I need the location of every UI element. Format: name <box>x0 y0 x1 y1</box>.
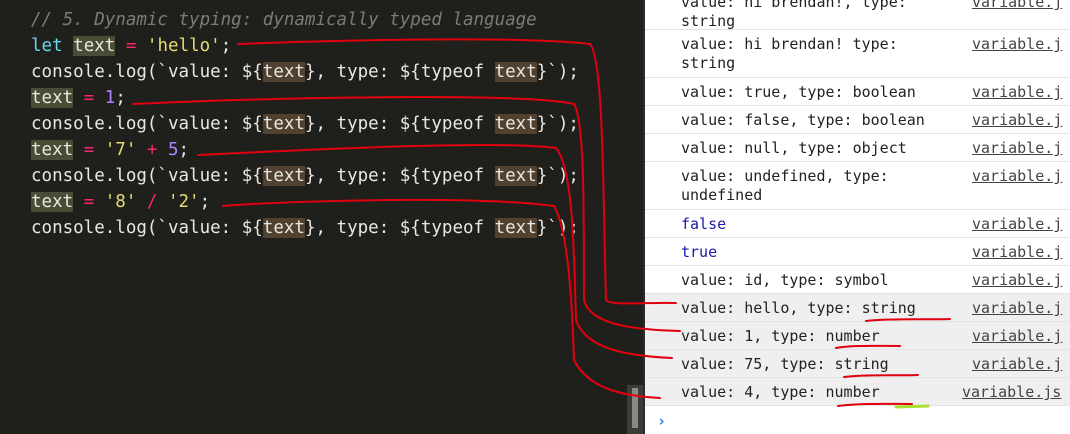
console-source-link[interactable]: variable.j <box>972 35 1062 54</box>
console-row: value: hi brendan!, type: string variable… <box>645 0 1070 30</box>
console-row: value: undefined, type: undefined variabl… <box>645 162 1070 210</box>
operator: = <box>73 192 105 212</box>
semicolon: ; <box>199 192 211 212</box>
log-mid: }, type: ${typeof <box>304 62 495 82</box>
console-message: value: 75, type: string <box>681 355 889 373</box>
console-message: value: null, type: object <box>681 139 907 157</box>
log-prefix: console.log(`value: ${ <box>31 62 263 82</box>
code-line-2: console.log(`value: ${text}, type: ${typ… <box>31 60 579 84</box>
code-editor[interactable]: // 5. Dynamic typing: dynamically typed … <box>0 0 643 434</box>
semicolon: ; <box>178 140 190 160</box>
log-prefix: console.log(`value: ${ <box>31 114 263 134</box>
console-source-link[interactable]: variable.j <box>972 327 1062 346</box>
console-message: value: undefined, type: undefined <box>681 167 889 204</box>
variable-text: text <box>262 218 305 238</box>
variable-text: text <box>31 140 74 160</box>
operator: = <box>115 36 147 56</box>
variable-text: text <box>31 192 74 212</box>
console-message: value: id, type: symbol <box>681 271 889 289</box>
log-mid: }, type: ${typeof <box>304 218 495 238</box>
devtools-console[interactable]: value: hi brendan!, type: string variable… <box>643 0 1070 434</box>
editor-scrollbar-thumb[interactable] <box>632 388 638 428</box>
console-message: value: true, type: boolean <box>681 83 916 101</box>
string-literal: '7' <box>104 140 137 160</box>
string-literal: 'hello' <box>146 36 221 56</box>
console-row: value: null, type: object variable.j <box>645 134 1070 162</box>
console-row: value: true, type: boolean variable.j <box>645 78 1070 106</box>
keyword-let: let <box>31 36 63 56</box>
console-source-link[interactable]: variable.j <box>972 355 1062 374</box>
console-source-link[interactable]: variable.j <box>972 83 1062 102</box>
code-comment: // 5. Dynamic typing: dynamically typed … <box>31 10 537 30</box>
log-prefix: console.log(`value: ${ <box>31 166 263 186</box>
console-source-link[interactable]: variable.j <box>972 0 1062 12</box>
variable-text: text <box>494 166 537 186</box>
log-suffix: }`); <box>536 218 579 238</box>
variable-text: text <box>494 218 537 238</box>
console-message: value: 4, type: number <box>681 383 880 401</box>
console-source-link[interactable]: variable.j <box>972 111 1062 130</box>
console-message: value: hello, type: string <box>681 299 916 317</box>
console-source-link[interactable]: variable.j <box>972 243 1062 262</box>
console-message: value: hi brendan!, type: string <box>681 0 907 30</box>
code-line-7: text = '8' / '2'; <box>31 190 210 214</box>
console-row: value: 4, type: number variable.js <box>645 378 1070 406</box>
log-mid: }, type: ${typeof <box>304 114 495 134</box>
number-literal: 1 <box>104 88 116 108</box>
console-message: value: false, type: boolean <box>681 111 925 129</box>
console-source-link[interactable]: variable.js <box>962 383 1061 402</box>
console-message: false <box>681 215 727 233</box>
variable-text: text <box>262 114 305 134</box>
console-source-link[interactable]: variable.j <box>972 299 1062 318</box>
console-row: value: 75, type: string variable.j <box>645 350 1070 378</box>
string-literal: '2' <box>167 192 200 212</box>
operator: = <box>73 140 105 160</box>
code-line-1: let text = 'hello'; <box>31 34 231 58</box>
console-source-link[interactable]: variable.j <box>972 271 1062 290</box>
operator: + <box>136 140 168 160</box>
log-mid: }, type: ${typeof <box>304 166 495 186</box>
semicolon: ; <box>115 88 126 108</box>
console-source-link[interactable]: variable.j <box>972 167 1062 186</box>
console-row: value: hi brendan! type: string variable.… <box>645 30 1070 78</box>
variable-text: text <box>494 114 537 134</box>
console-source-link[interactable]: variable.j <box>972 215 1062 234</box>
code-line-3: text = 1; <box>31 86 126 110</box>
variable-text: text <box>73 36 116 56</box>
operator: / <box>136 192 168 212</box>
string-literal: '8' <box>104 192 137 212</box>
log-suffix: }`); <box>536 62 579 82</box>
console-message: value: 1, type: number <box>681 327 880 345</box>
variable-text: text <box>262 62 305 82</box>
log-suffix: }`); <box>536 114 579 134</box>
console-source-link[interactable]: variable.j <box>972 139 1062 158</box>
code-line-4: console.log(`value: ${text}, type: ${typ… <box>31 112 579 136</box>
operator: = <box>73 88 105 108</box>
log-suffix: }`); <box>536 166 579 186</box>
console-row: value: false, type: boolean variable.j <box>645 106 1070 134</box>
code-line-5: text = '7' + 5; <box>31 138 189 162</box>
code-line-8: console.log(`value: ${text}, type: ${typ… <box>31 216 579 240</box>
variable-text: text <box>31 88 74 108</box>
console-row: value: hello, type: string variable.j <box>645 294 1070 322</box>
code-line-6: console.log(`value: ${text}, type: ${typ… <box>31 164 579 188</box>
console-row: value: 1, type: number variable.j <box>645 322 1070 350</box>
number-literal: 5 <box>167 140 179 160</box>
console-prompt-chevron-icon[interactable]: › <box>657 412 666 430</box>
log-prefix: console.log(`value: ${ <box>31 218 263 238</box>
console-row: true variable.j <box>645 238 1070 266</box>
console-message: value: hi brendan! type: string <box>681 35 898 72</box>
console-message: true <box>681 243 718 261</box>
variable-text: text <box>262 166 305 186</box>
variable-text: text <box>494 62 537 82</box>
semicolon: ; <box>220 36 232 56</box>
console-row: false variable.j <box>645 210 1070 238</box>
console-row: value: id, type: symbol variable.j <box>645 266 1070 294</box>
